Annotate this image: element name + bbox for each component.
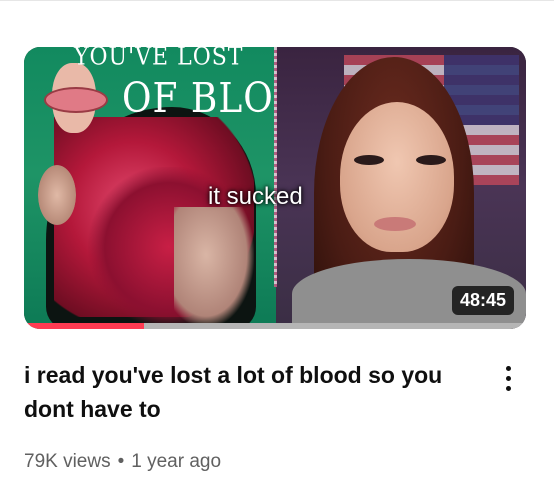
thumbnail-light-strip	[274, 47, 277, 287]
more-actions-button[interactable]	[496, 358, 520, 398]
vertical-ellipsis-icon-dot	[505, 375, 511, 381]
watch-progress-fill	[24, 323, 145, 329]
thumbnail-person-eye-left	[354, 155, 384, 165]
thumbnail-book-title-line1: YOU'VE LOST	[74, 47, 244, 72]
video-thumbnail[interactable]: YOU'VE LOST OF BLOOD it sucked 48:45	[24, 47, 526, 329]
thumbnail-person-mouth	[374, 217, 416, 231]
view-count: 79K views	[24, 451, 111, 472]
thumbnail-face-profile-art	[174, 207, 254, 327]
thumbnail-caption: it sucked	[208, 183, 303, 210]
upload-age: 1 year ago	[131, 451, 222, 472]
video-title[interactable]: i read you've lost a lot of blood so you…	[24, 358, 464, 426]
top-divider	[0, 0, 554, 1]
vertical-ellipsis-icon	[505, 365, 511, 371]
video-metadata: 79K views • 1 year ago	[24, 451, 221, 473]
meta-separator: •	[117, 451, 125, 472]
thumbnail-ear-art	[38, 165, 76, 225]
duration-badge: 48:45	[451, 286, 514, 315]
watch-progress-bar	[24, 323, 526, 329]
vertical-ellipsis-icon-dot	[505, 385, 511, 391]
thumbnail-person-eye-right	[416, 155, 446, 165]
